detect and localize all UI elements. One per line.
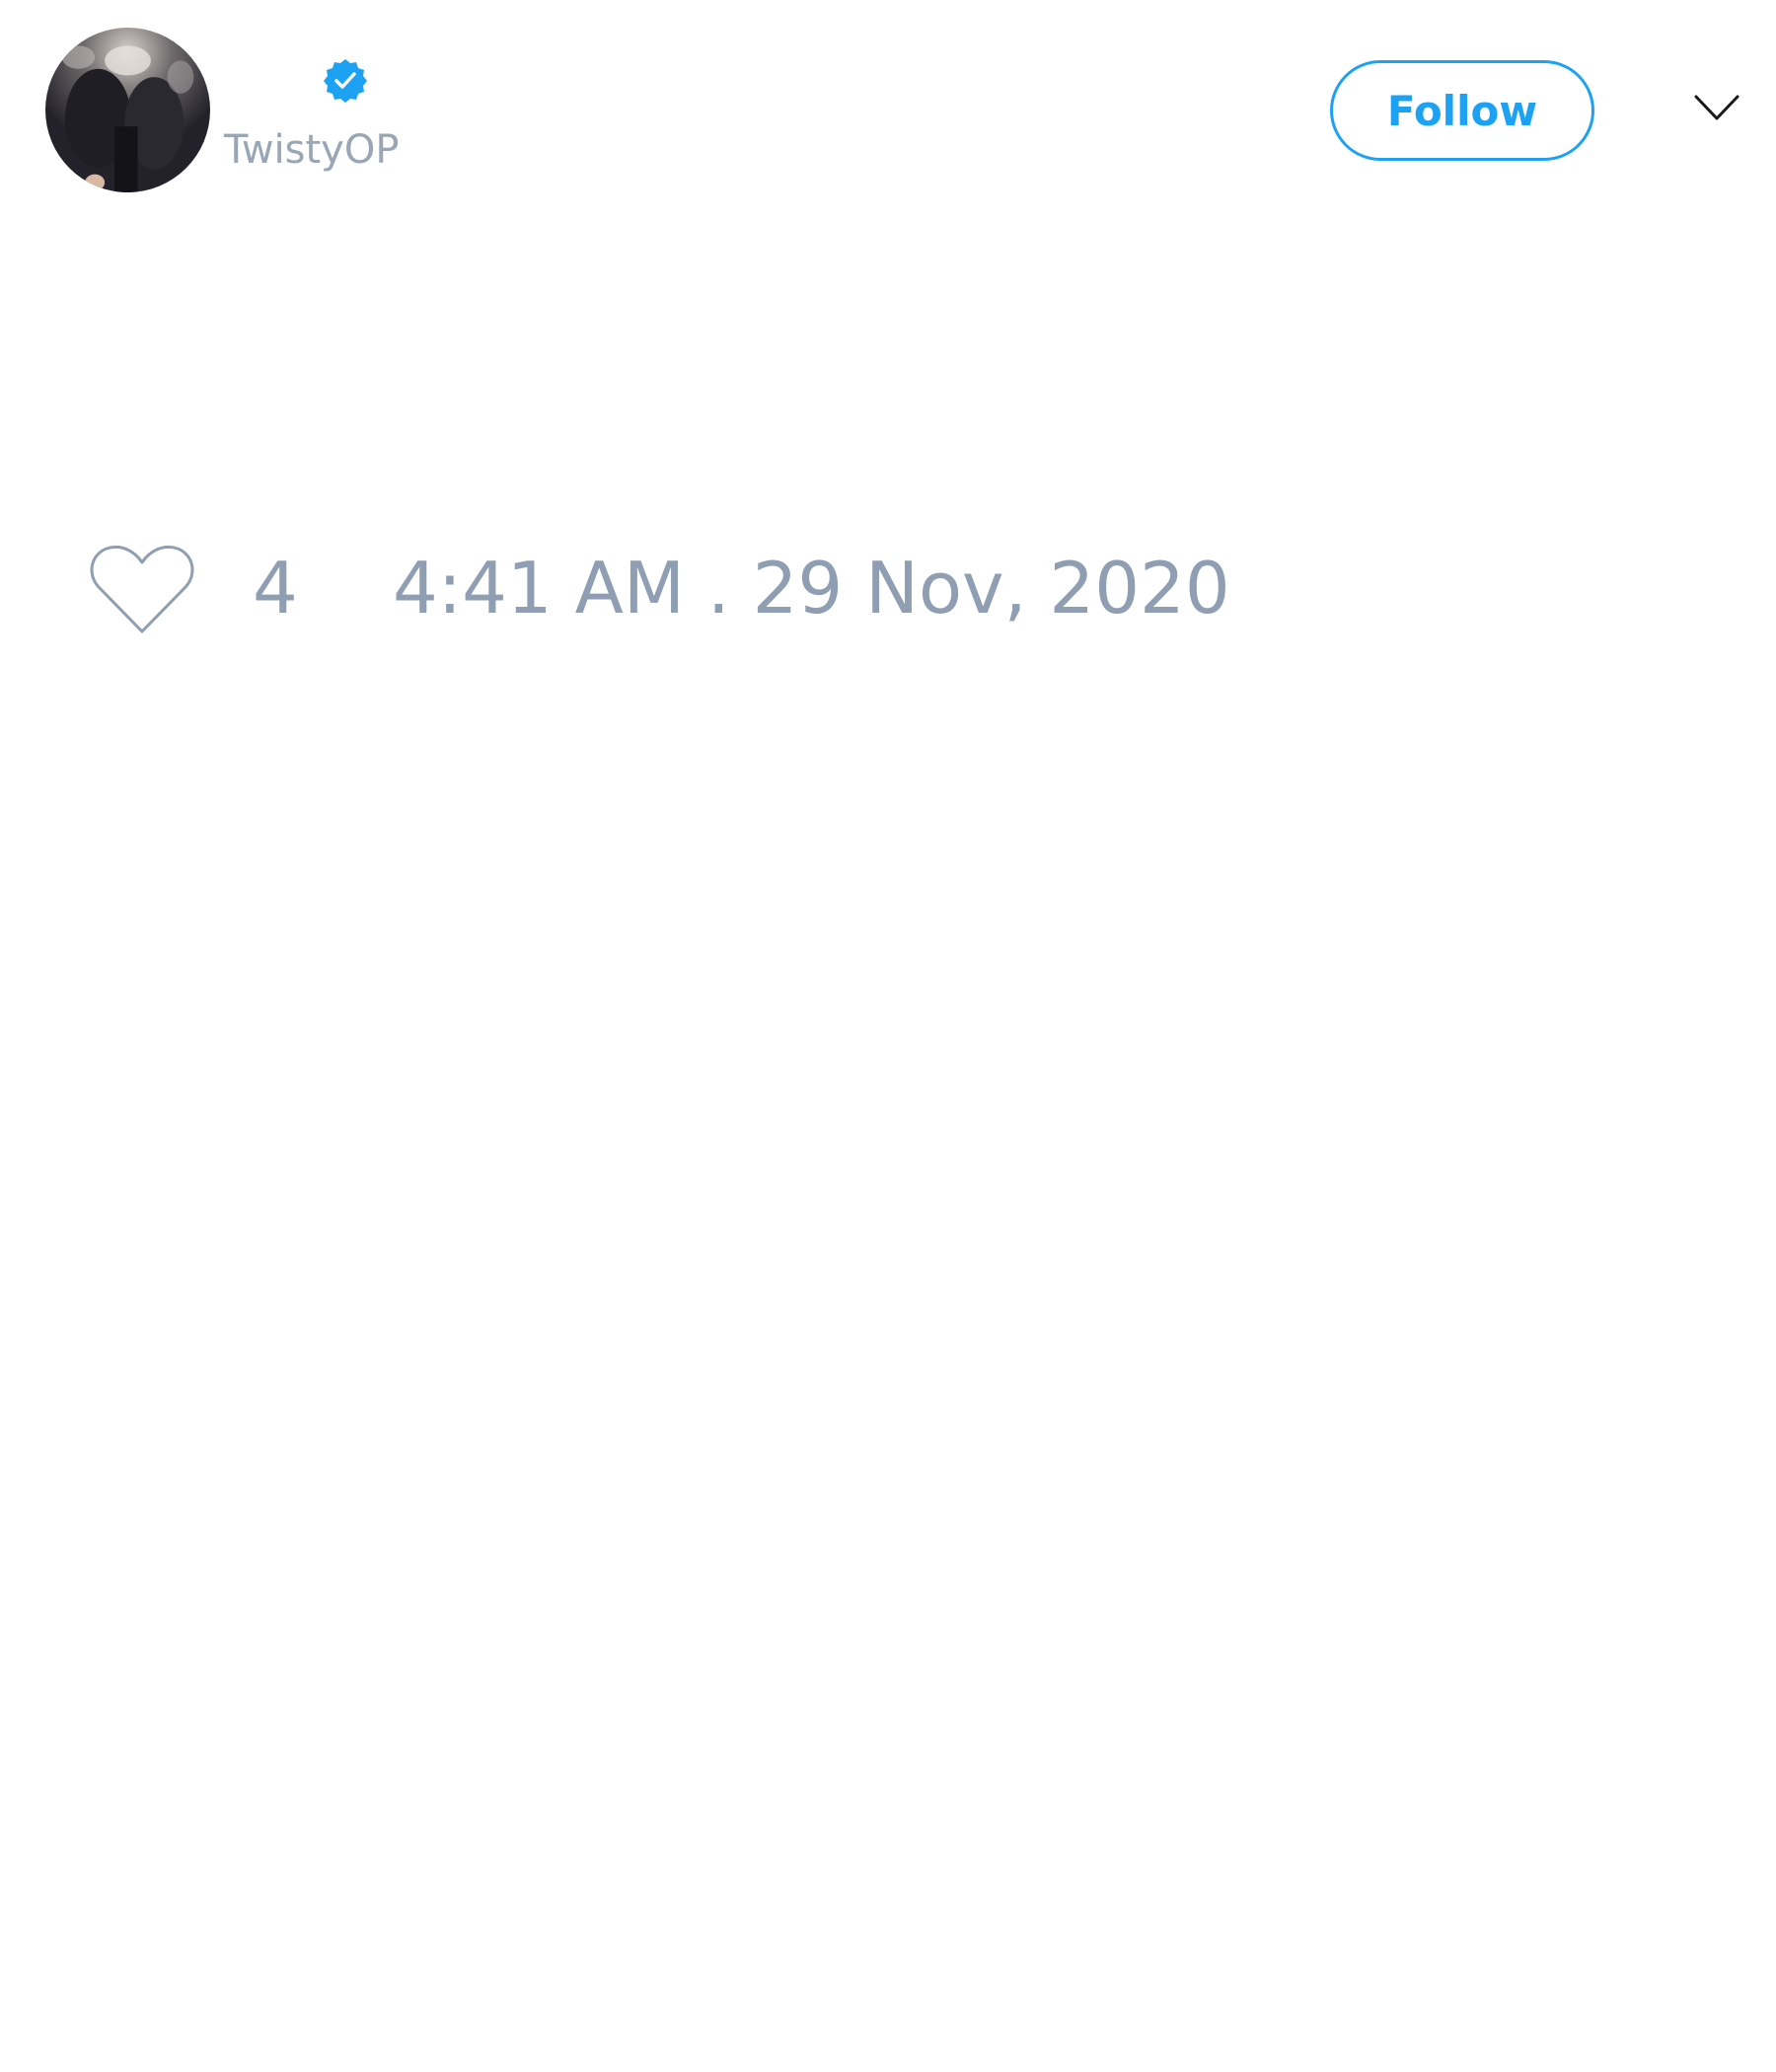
like-count: 4 [253, 547, 298, 629]
verified-badge-icon [322, 57, 369, 105]
author-handle[interactable]: TwistyOP [224, 126, 399, 174]
heart-icon[interactable] [89, 543, 195, 635]
avatar[interactable] [45, 28, 210, 192]
follow-button[interactable]: Follow [1330, 60, 1594, 161]
chevron-down-icon[interactable] [1693, 93, 1740, 124]
tweet-timestamp[interactable]: 4:41 AM . 29 Nov, 2020 [393, 549, 1230, 628]
